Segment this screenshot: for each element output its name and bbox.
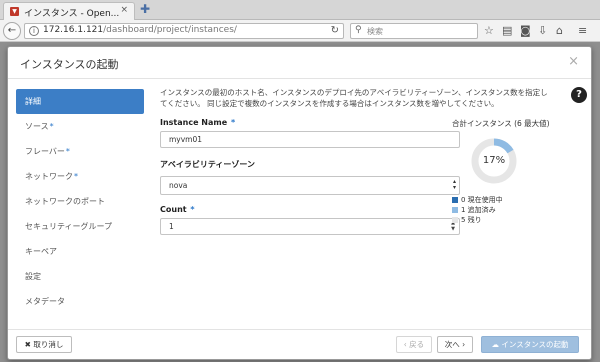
instance-name-label: Instance Name * (160, 118, 460, 127)
sidebar-item-label: メタデータ (25, 297, 65, 306)
modal-footer: ✖ 取り消し ‹ 戻る 次へ › ☁ インスタンスの起動 (8, 329, 591, 359)
quota-donut-chart: 17% (470, 137, 518, 185)
required-mark: * (190, 205, 195, 214)
search-bar[interactable]: ⚲ 検索 (350, 23, 478, 39)
sidebar-item[interactable]: 設定 (16, 264, 144, 289)
instance-name-value: myvm01 (169, 135, 203, 144)
sidebar-item[interactable]: ネットワークのポート (16, 189, 144, 214)
sidebar-item-label: セキュリティーグループ (25, 222, 113, 231)
close-icon[interactable]: × (568, 54, 579, 69)
required-mark: * (230, 118, 236, 127)
modal-header: インスタンスの起動 × (8, 47, 591, 79)
cancel-label: 取り消し (33, 340, 64, 349)
tab-title: インスタンス - Open... (24, 9, 120, 19)
help-text: インスタンスの最初のホスト名、インスタンスのデプロイ先のアベイラビリティーゾーン… (160, 87, 570, 109)
legend-label: 5 残り (461, 216, 482, 224)
search-icon: ⚲ (355, 25, 362, 35)
quota-percent: 17% (482, 155, 506, 166)
sidebar-item-label: 設定 (25, 272, 41, 281)
sidebar-item[interactable]: キーペア (16, 239, 144, 264)
cloud-upload-icon: ☁ (491, 340, 499, 349)
pocket-icon[interactable]: ◙ (520, 24, 531, 38)
launch-label: インスタンスの起動 (501, 340, 569, 349)
url-text: 172.16.1.121/dashboard/project/instances… (43, 25, 237, 35)
count-label: Count * (160, 205, 460, 214)
wizard-sidebar: 詳細 ソース* フレーバー* ネットワーク* ネットワークのポート セキュリティーグループ… (16, 89, 144, 314)
quota-title: 合計インスタンス (6 最大値) (452, 119, 550, 128)
tab-close-icon[interactable]: × (120, 5, 128, 15)
required-mark: * (65, 147, 70, 156)
browser-tab[interactable]: ▼ インスタンス - Open... × (3, 2, 135, 20)
az-label: アベイラビリティーゾーン (160, 160, 255, 169)
legend-entry: 1 追加済み (452, 205, 572, 215)
url-bar[interactable]: i 172.16.1.121/dashboard/project/instanc… (24, 23, 344, 39)
sidebar-item-label: ネットワークのポート (25, 197, 105, 206)
legend-label: 1 追加済み (461, 206, 496, 214)
browser-tabbar: ▼ インスタンス - Open... × ✚ (0, 0, 600, 20)
sidebar-item[interactable]: メタデータ (16, 289, 144, 314)
openstack-favicon-icon: ▼ (10, 7, 19, 16)
count-label-text: Count (160, 205, 187, 214)
reload-icon[interactable]: ↻ (331, 25, 339, 36)
legend-swatch (452, 207, 458, 213)
sidebar-item[interactable]: ソース* (16, 114, 144, 139)
launch-instance-button[interactable]: ☁ インスタンスの起動 (481, 336, 579, 353)
help-text-line-1: インスタンスの最初のホスト名、インスタンスのデプロイ先のアベイラビリティーゾーン… (160, 88, 548, 97)
sidebar-item-label: キーペア (25, 247, 57, 256)
required-mark: * (74, 172, 78, 181)
details-form: インスタンスの最初のホスト名、インスタンスのデプロイ先のアベイラビリティーゾーン… (160, 87, 548, 235)
required-mark: * (49, 122, 54, 131)
search-placeholder: 検索 (367, 27, 383, 36)
url-path: /dashboard/project/instances/ (103, 25, 237, 35)
reading-list-icon[interactable]: ▤ (502, 24, 512, 38)
sidebar-item[interactable]: セキュリティーグループ (16, 214, 144, 239)
legend-label: 0 現在使用中 (461, 196, 503, 204)
sidebar-item-label: 詳細 (25, 97, 41, 106)
sidebar-item-label: ネットワーク (25, 172, 73, 181)
availability-zone-select[interactable]: nova ▴ ▾ (160, 176, 460, 195)
menu-icon[interactable]: ≡ (578, 24, 587, 38)
legend-swatch (452, 197, 458, 203)
quota-legend: 0 現在使用中 1 追加済み 5 残り (452, 195, 572, 225)
sidebar-item[interactable]: ネットワーク* (16, 164, 144, 189)
legend-swatch (452, 217, 458, 223)
info-icon[interactable]: i (29, 26, 39, 36)
star-icon[interactable]: ☆ (484, 24, 494, 38)
launch-instance-modal: インスタンスの起動 × ? 詳細 ソース* フレーバー* ネットワーク* ネットワークの… (7, 46, 592, 360)
legend-entry: 0 現在使用中 (452, 195, 572, 205)
count-stepper[interactable]: 1 ▲ ▼ (160, 218, 460, 235)
next-button[interactable]: 次へ › (437, 336, 473, 353)
url-host: 172.16.1.121 (43, 25, 104, 35)
sidebar-item-label: フレーバー (25, 147, 65, 156)
count-value: 1 (169, 222, 174, 231)
sidebar-item[interactable]: 詳細 (16, 89, 144, 114)
back-arrow-icon[interactable]: ← (3, 22, 21, 40)
instance-name-label-text: Instance Name (160, 118, 228, 127)
cancel-button[interactable]: ✖ 取り消し (16, 336, 72, 353)
modal-title: インスタンスの起動 (20, 58, 119, 71)
download-icon[interactable]: ⇩ (538, 24, 547, 38)
sidebar-item[interactable]: フレーバー* (16, 139, 144, 164)
home-icon[interactable]: ⌂ (556, 24, 563, 38)
help-text-line-2: てください。 同じ設定で複数のインスタンスを作成する場合はインスタンス数を増やし… (160, 99, 499, 108)
new-tab-icon[interactable]: ✚ (140, 3, 150, 15)
legend-entry: 5 残り (452, 215, 572, 225)
sidebar-item-label: ソース (25, 122, 49, 131)
help-icon[interactable]: ? (571, 87, 587, 103)
az-value: nova (169, 181, 188, 190)
back-button[interactable]: ‹ 戻る (396, 336, 432, 353)
instance-name-input[interactable]: myvm01 (160, 131, 460, 148)
instance-quota: 合計インスタンス (6 最大値) 17% 0 現在使用中 1 追加済み 5 残り (452, 118, 572, 225)
